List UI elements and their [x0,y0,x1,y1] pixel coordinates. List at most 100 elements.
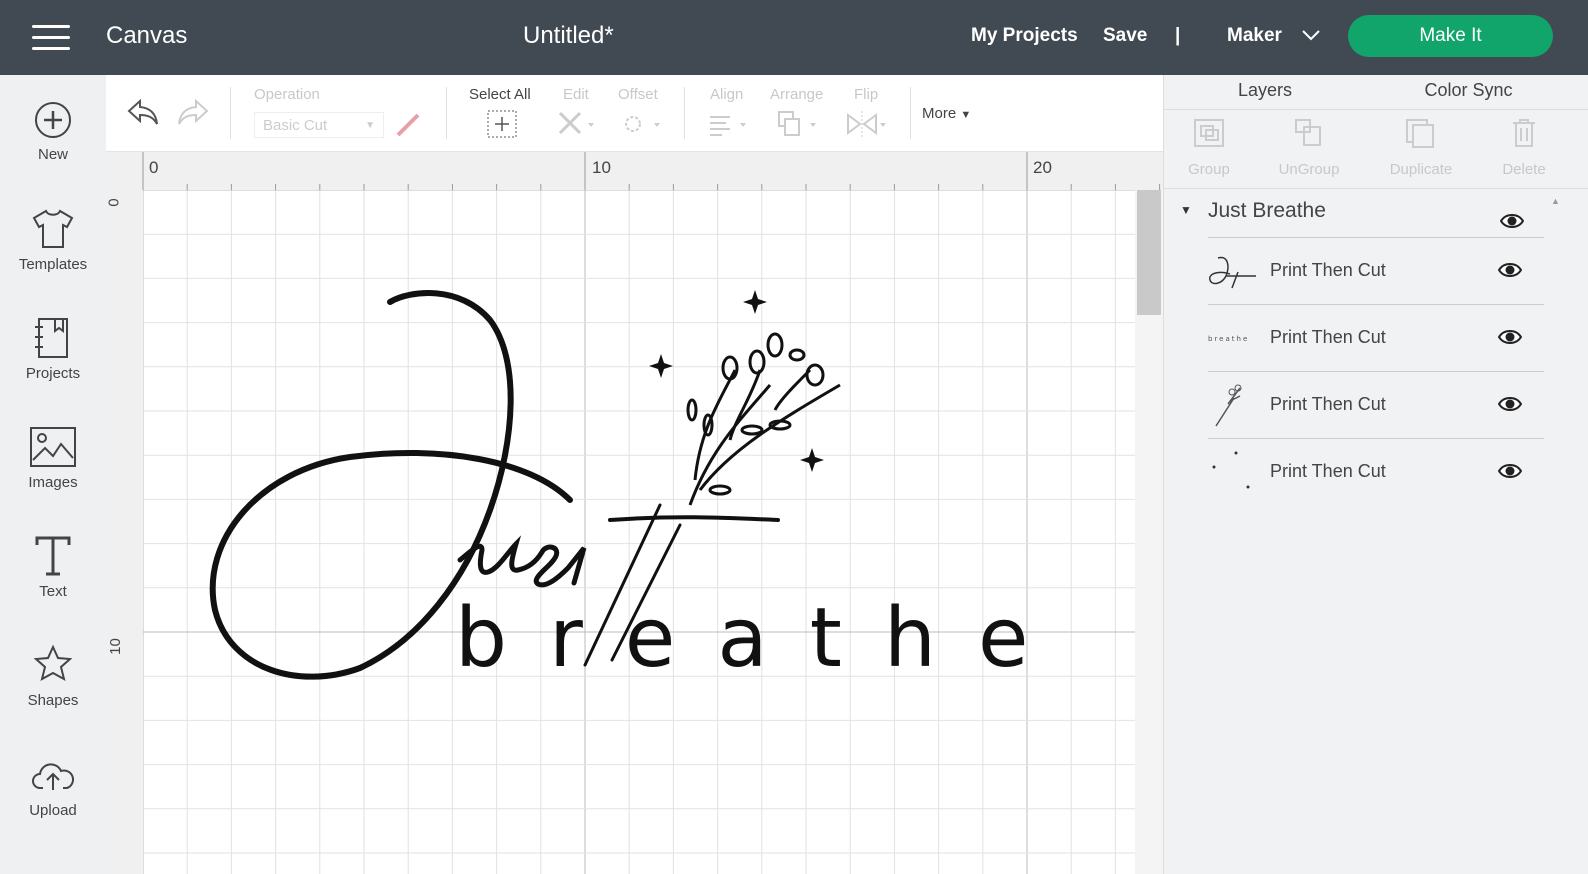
edit-label: Edit [563,86,589,103]
arrange-label: Arrange [770,86,824,103]
edit-toolbar: Operation Basic Cut ▼ Select All Edit Off… [106,75,1163,152]
left-sidebar: New Templates Projects Images Text Shape… [0,75,106,874]
sidebar-label: Projects [25,365,81,382]
layer-label: Print Then Cut [1270,327,1386,347]
sidebar-label: Templates [18,256,88,273]
cloud-upload-icon [32,763,74,790]
top-bar: Canvas Untitled* My Projects Save | Make… [0,0,1588,75]
sidebar-item-projects[interactable]: Projects [0,317,106,382]
sidebar-item-upload[interactable]: Upload [0,754,106,819]
sidebar-label: Images [28,474,78,491]
divider [684,87,685,139]
duplicate-label: Duplicate [1389,161,1453,178]
notebook-icon [35,318,68,358]
tab-layers[interactable]: Layers [1164,75,1366,109]
eye-visibility-icon[interactable] [1498,329,1522,345]
sidebar-item-text[interactable]: Text [0,535,106,600]
layers-panel: Layers Color Sync Group UnGroup Duplicat… [1163,75,1588,874]
sidebar-item-shapes[interactable]: Shapes [0,644,106,709]
duplicate-icon[interactable] [1404,117,1438,149]
sidebar-label: New [37,146,68,163]
edit-scissors-icon[interactable] [556,109,598,139]
operation-value: Basic Cut [263,117,328,134]
layer-label: Print Then Cut [1270,260,1386,280]
svg-text:breathe: breathe [1208,335,1249,343]
ruler-label: 0 [104,198,122,207]
ungroup-label: UnGroup [1278,161,1340,178]
just-breathe-artwork[interactable]: b r e a t h e [143,190,1135,874]
select-all-icon[interactable] [486,109,518,139]
sidebar-item-images[interactable]: Images [0,426,106,491]
document-title[interactable]: Untitled* [523,22,614,50]
more-label: More [922,105,957,122]
layer-row[interactable]: Print Then Cut [1208,371,1544,438]
group-icon[interactable] [1192,117,1226,149]
scroll-up-icon[interactable]: ▲ [1551,196,1560,206]
ruler-label: 10 [106,638,124,655]
image-icon [30,427,76,467]
layer-thumbnail-breathe: breathe [1208,335,1249,343]
vertical-ruler: 0 10 [104,190,143,874]
layer-row[interactable]: Print Then Cut [1208,438,1544,505]
operation-label: Operation [254,86,320,103]
my-projects-link[interactable]: My Projects [971,25,1078,47]
layer-thumbnail-just [1209,256,1256,289]
operation-select[interactable]: Basic Cut ▼ [254,112,384,138]
group-name: Just Breathe [1208,199,1326,222]
layer-label: Print Then Cut [1270,394,1386,414]
offset-icon[interactable] [620,109,662,139]
sidebar-item-templates[interactable]: Templates [0,208,106,273]
design-canvas[interactable]: b r e a t h e [143,190,1135,874]
offset-label: Offset [618,86,658,103]
layer-thumbnail-flowers [1215,384,1242,427]
align-icon[interactable] [706,111,750,139]
sidebar-label: Upload [29,802,77,819]
select-all-label: Select All [469,86,531,103]
shapes-icon [33,644,73,681]
chevron-down-icon [1302,30,1320,41]
breathe-text-layer: b r e a t h e [455,591,1036,686]
eye-visibility-icon[interactable] [1498,463,1522,479]
delete-label: Delete [1502,161,1546,178]
eye-visibility-icon[interactable] [1498,262,1522,278]
divider [446,87,447,139]
delete-icon[interactable] [1510,117,1538,149]
undo-icon[interactable] [126,97,160,127]
text-icon [35,536,71,576]
redo-icon[interactable] [176,97,210,127]
hamburger-menu-icon[interactable] [32,25,70,53]
flip-icon[interactable] [844,109,888,139]
divider [910,87,911,139]
layer-thumbnail-stars [1212,451,1250,489]
divider [230,87,231,139]
collapse-triangle-icon[interactable]: ▼ [1180,203,1192,217]
layer-label: Print Then Cut [1270,461,1386,481]
arrange-icon[interactable] [776,109,820,139]
tshirt-icon [32,209,74,248]
tab-color-sync[interactable]: Color Sync [1366,75,1571,109]
save-button[interactable]: Save [1103,25,1147,47]
layer-row[interactable]: breathe Print Then Cut [1208,304,1544,371]
layer-row[interactable]: Print Then Cut [1208,237,1544,304]
eye-visibility-icon[interactable] [1500,213,1524,229]
group-label: Group [1188,161,1230,178]
eye-visibility-icon[interactable] [1498,396,1522,412]
sidebar-item-new[interactable]: New [0,100,106,163]
align-label: Align [710,86,744,103]
horizontal-ruler: 0 10 20 [106,152,1163,190]
machine-label: Maker [1227,25,1282,46]
separator: | [1175,25,1181,46]
sidebar-label: Text [39,583,67,600]
ungroup-icon[interactable] [1292,117,1326,149]
sidebar-label: Shapes [27,692,79,709]
layer-group-just-breathe[interactable]: ▼ Just Breathe [1164,189,1546,237]
make-it-button[interactable]: Make It [1348,15,1553,57]
pen-color-icon[interactable] [394,111,422,139]
machine-select[interactable]: Maker [1227,25,1321,47]
scrollbar-thumb[interactable] [1137,190,1161,315]
more-menu[interactable]: More ▼ [922,105,971,122]
canvas-vertical-scrollbar[interactable] [1135,190,1163,874]
layers-scrollbar[interactable]: ▲ [1545,190,1568,874]
flowers-layer [686,332,841,506]
flip-label: Flip [854,86,879,103]
